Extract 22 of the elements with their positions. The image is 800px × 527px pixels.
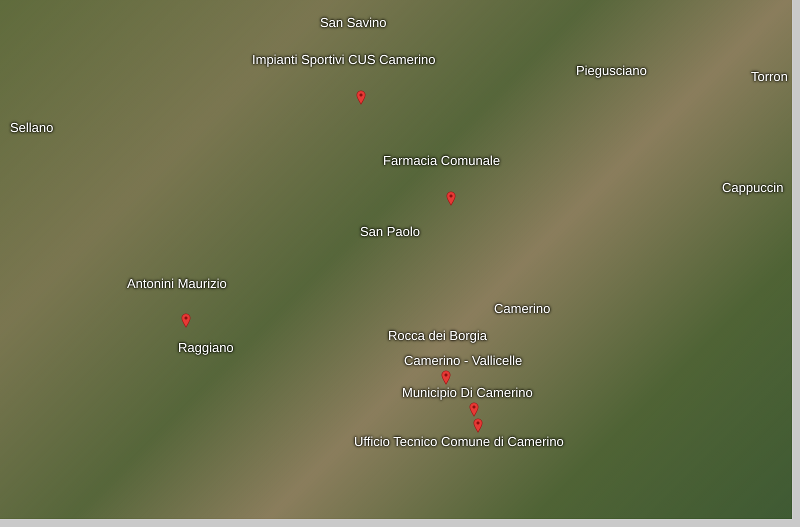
place-label: Rocca dei Borgia: [388, 328, 487, 343]
place-label: Antonini Maurizio: [127, 276, 227, 291]
place-label: Cappuccin: [722, 180, 784, 195]
place-label: Camerino: [494, 301, 550, 316]
place-label: Municipio Di Camerino: [402, 385, 533, 400]
map-pin-icon[interactable]: [441, 370, 451, 385]
place-label: Ufficio Tecnico Comune di Camerino: [354, 434, 564, 449]
place-label: Sellano: [10, 120, 54, 135]
map-pin-icon[interactable]: [446, 191, 456, 206]
place-label: Raggiano: [178, 340, 234, 355]
place-label: Farmacia Comunale: [383, 153, 500, 168]
place-label: Piegusciano: [576, 63, 647, 78]
place-label: Camerino - Vallicelle: [404, 353, 522, 368]
place-label: Torron: [751, 69, 788, 84]
map-pin-icon[interactable]: [181, 313, 191, 328]
place-label: San Paolo: [360, 224, 420, 239]
satellite-map[interactable]: [0, 0, 792, 519]
map-pin-icon[interactable]: [469, 402, 479, 417]
map-pin-icon[interactable]: [356, 90, 366, 105]
place-label: Impianti Sportivi CUS Camerino: [252, 52, 436, 67]
map-pin-icon[interactable]: [473, 418, 483, 433]
place-label: San Savino: [320, 15, 386, 30]
